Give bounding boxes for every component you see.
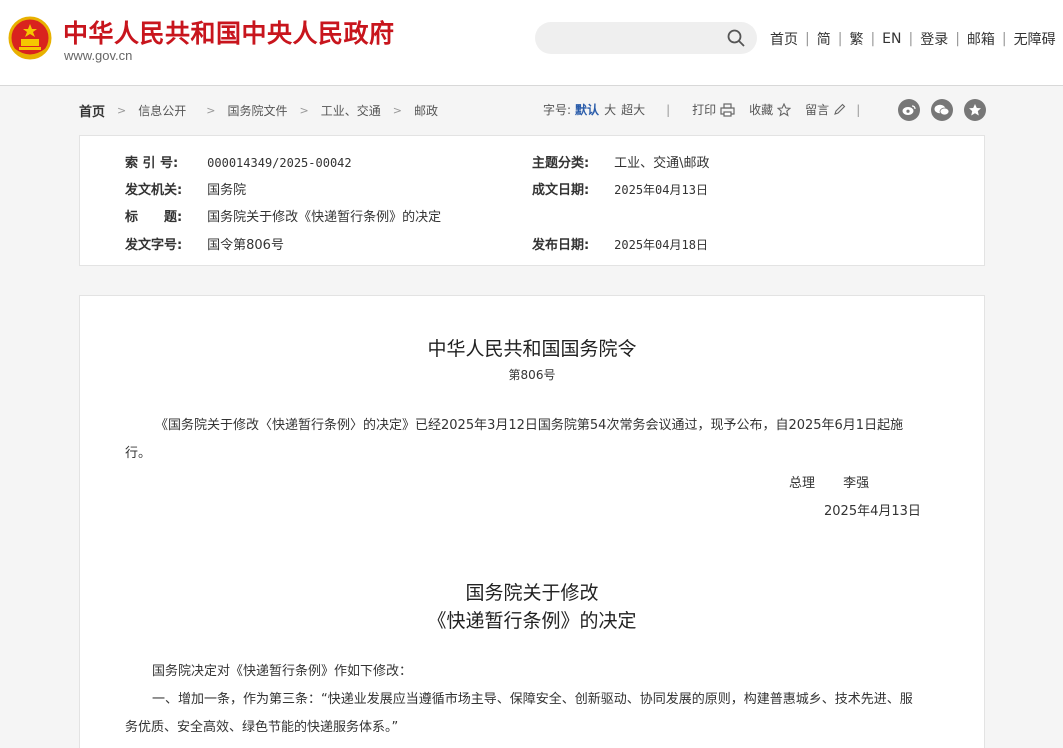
written-date-value: 2025年04月13日	[614, 183, 708, 197]
intro-paragraph: 《国务院关于修改〈快递暂行条例〉的决定》已经2025年3月12日国务院第54次常…	[125, 418, 904, 461]
printer-icon	[720, 102, 735, 117]
signer-role: 总理	[789, 476, 816, 491]
search-input[interactable]	[535, 22, 757, 54]
title-label: 标 题:	[125, 210, 183, 225]
nav-separator: |	[955, 31, 960, 47]
national-emblem-icon[interactable]	[8, 16, 52, 62]
order-number: 第806号	[508, 368, 556, 382]
index-number-label: 索 引 号:	[125, 156, 179, 171]
breadcrumb-postal[interactable]: 邮政	[414, 102, 438, 119]
nav-accessibility[interactable]: 无障碍	[1014, 29, 1056, 49]
signer-line: 总理 李强	[789, 472, 869, 491]
share-bar	[898, 99, 997, 121]
nav-separator: |	[870, 31, 876, 47]
breadcrumb-industry-transport[interactable]: 工业、交通	[321, 102, 381, 119]
star-icon	[777, 102, 792, 117]
category-value: 工业、交通\邮政	[614, 156, 710, 171]
issuer-row: 发文机关: 国务院	[125, 179, 246, 198]
category-label: 主题分类:	[532, 156, 590, 171]
chevron-right-icon: >	[392, 104, 402, 117]
print-label: 打印	[692, 103, 717, 117]
pencil-icon	[834, 103, 846, 115]
decision-title-line-2: 《快递暂行条例》的决定	[427, 610, 637, 632]
article-body: 中华人民共和国国务院令 第806号 《国务院关于修改〈快递暂行条例〉的决定》已经…	[79, 295, 985, 748]
nav-separator: |	[908, 31, 914, 47]
tools-separator: |	[666, 102, 671, 117]
font-size-label: 字号:	[543, 103, 572, 117]
publish-date-row: 发布日期: 2025年04月18日	[532, 234, 708, 253]
order-title: 中华人民共和国国务院令	[427, 338, 637, 360]
nav-separator: |	[805, 31, 810, 47]
breadcrumb: 首页 > 信息公开 > 国务院文件 > 工业、交通 > 邮政	[79, 101, 438, 120]
print-button[interactable]: 打印	[692, 101, 735, 118]
comment-button[interactable]: 留言	[805, 101, 846, 118]
wechat-icon[interactable]	[931, 99, 953, 121]
issuer-value: 国务院	[207, 183, 247, 198]
chevron-right-icon: >	[117, 104, 127, 117]
chevron-right-icon: >	[206, 104, 216, 117]
breadcrumb-info-public[interactable]: 信息公开	[138, 102, 186, 119]
favorite-label: 收藏	[749, 103, 774, 117]
favorite-button[interactable]: 收藏	[749, 101, 792, 118]
font-size-large[interactable]: 大	[604, 101, 616, 118]
issuer-label: 发文机关:	[125, 183, 183, 198]
index-number-row: 索 引 号: 000014349/2025-00042	[125, 152, 352, 171]
category-row: 主题分类: 工业、交通\邮政	[532, 152, 710, 171]
doc-number-label: 发文字号:	[125, 238, 183, 253]
weibo-icon[interactable]	[898, 99, 920, 121]
chevron-right-icon: >	[299, 104, 309, 117]
breadcrumb-home[interactable]: 首页	[79, 101, 105, 120]
written-date-label: 成文日期:	[532, 183, 590, 198]
sign-date: 2025年4月13日	[824, 504, 921, 519]
nav-separator: |	[1001, 31, 1007, 47]
publish-date-label: 发布日期:	[532, 238, 590, 253]
site-url: www.gov.cn	[64, 48, 133, 63]
font-size-default[interactable]: 默认	[575, 101, 599, 118]
title-value: 国务院关于修改《快递暂行条例》的决定	[207, 210, 442, 225]
nav-traditional[interactable]: 繁	[849, 29, 863, 49]
index-number-value: 000014349/2025-00042	[207, 156, 352, 170]
comment-label: 留言	[805, 103, 830, 117]
nav-separator: |	[837, 31, 843, 47]
publish-date-value: 2025年04月18日	[614, 238, 708, 252]
tools-separator: |	[856, 102, 861, 117]
document-metadata: 索 引 号: 000014349/2025-00042 主题分类: 工业、交通\…	[79, 135, 985, 266]
site-header: 中华人民共和国中央人民政府 www.gov.cn 首页 | 简 | 繁 | EN…	[0, 0, 1063, 86]
breadcrumb-state-council-docs[interactable]: 国务院文件	[227, 102, 287, 119]
doc-number-value: 国令第806号	[207, 238, 284, 253]
nav-login[interactable]: 登录	[920, 29, 948, 49]
top-nav: 首页 | 简 | 繁 | EN | 登录 | 邮箱 | 无障碍	[770, 29, 1056, 49]
nav-simplified[interactable]: 简	[817, 29, 831, 49]
search-icon[interactable]	[727, 29, 745, 47]
qzone-star-icon[interactable]	[964, 99, 986, 121]
decision-paragraph-2: 一、增加一条，作为第三条：“快递业发展应当遵循市场主导、保障安全、创新驱动、协同…	[125, 692, 913, 735]
article-tools: 字号: 默认 大 超大 | 打印 收藏 留言 |	[543, 101, 860, 118]
nav-home[interactable]: 首页	[770, 29, 798, 49]
signer-name: 李强	[843, 476, 870, 491]
nav-mail[interactable]: 邮箱	[967, 29, 995, 49]
title-row: 标 题: 国务院关于修改《快递暂行条例》的决定	[125, 206, 441, 225]
decision-title-line-1: 国务院关于修改	[465, 582, 599, 604]
font-size-xlarge[interactable]: 超大	[621, 101, 645, 118]
doc-number-row: 发文字号: 国令第806号	[125, 234, 284, 253]
site-title[interactable]: 中华人民共和国中央人民政府	[63, 14, 395, 50]
nav-english[interactable]: EN	[882, 31, 901, 47]
written-date-row: 成文日期: 2025年04月13日	[532, 179, 708, 198]
decision-paragraph-1: 国务院决定对《快递暂行条例》作如下修改：	[152, 664, 413, 679]
